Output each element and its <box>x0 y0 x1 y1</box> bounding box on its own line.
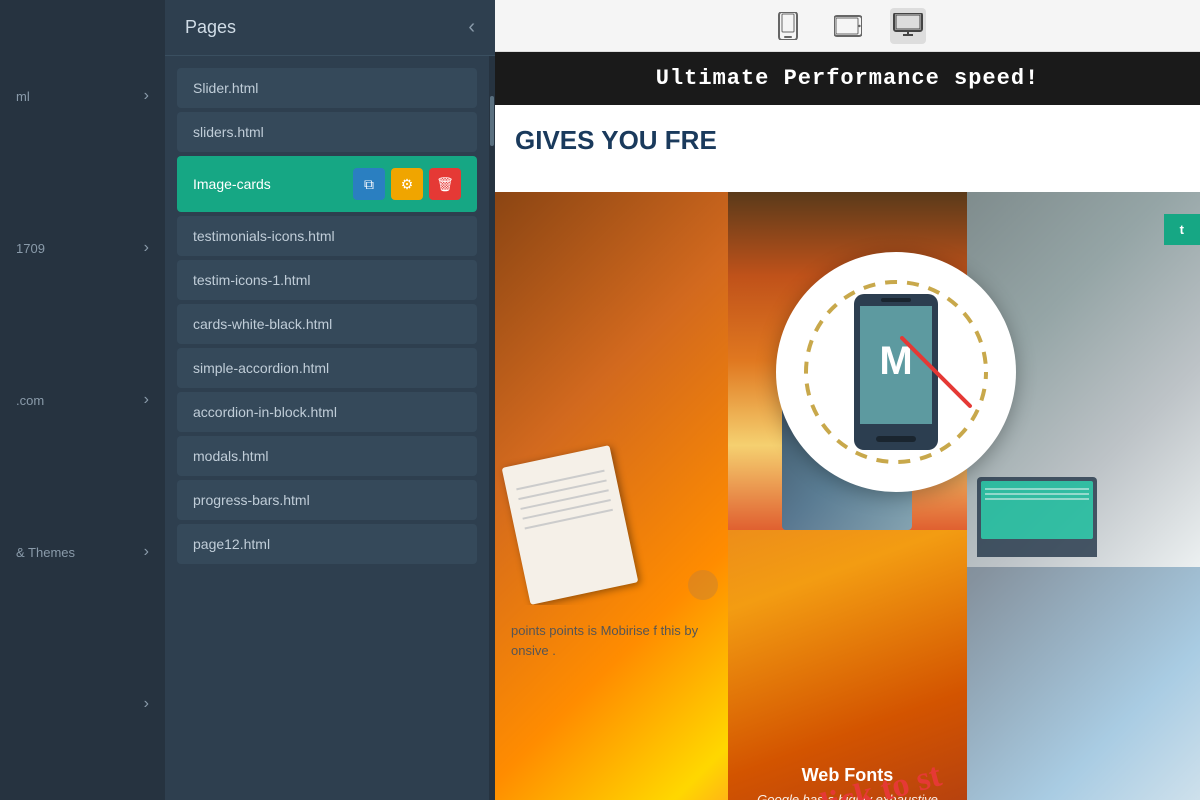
page-item-label-cards-wb: cards-white-black.html <box>193 316 332 332</box>
mobile-device-button[interactable] <box>770 8 806 44</box>
chevron-icon-2: › <box>144 239 149 257</box>
page-item-label-page12: page12.html <box>193 536 270 552</box>
page-item-label-simple-accordion: simple-accordion.html <box>193 360 329 376</box>
page-item-label-progress: progress-bars.html <box>193 492 310 508</box>
delete-button[interactable]: 🗑 <box>429 168 461 200</box>
click-to-start-overlay: click to st <box>797 737 967 800</box>
page-item-label-image-cards: Image-cards <box>193 176 271 192</box>
banner-text: Ultimate Performance speed! <box>656 66 1039 91</box>
cards-grid: M <box>495 192 1200 800</box>
cup-visual <box>688 570 718 600</box>
page-item-testimonials[interactable]: testimonials-icons.html <box>177 216 477 256</box>
page-item-label-testimonials: testimonials-icons.html <box>193 228 335 244</box>
pages-panel: Pages ‹ Slider.html sliders.html Image-c… <box>165 0 495 800</box>
preview-content: Ultimate Performance speed! GIVES YOU FR… <box>495 52 1200 800</box>
sidebar-item-5[interactable]: › <box>0 677 165 731</box>
card-left-body: points points is Mobirise f this by onsi… <box>495 605 728 679</box>
page-item-accordion-block[interactable]: accordion-in-block.html <box>177 392 477 432</box>
preview-toolbar <box>495 0 1200 52</box>
pages-scrollbar-thumb <box>490 96 494 146</box>
page-item-actions: ⧉ ⚙ 🗑 <box>353 168 461 200</box>
page-item-image-cards[interactable]: Image-cards ⧉ ⚙ 🗑 <box>177 156 477 212</box>
svg-text:click to st: click to st <box>803 756 946 800</box>
card-right: t <box>967 192 1200 800</box>
settings-button[interactable]: ⚙ <box>391 168 423 200</box>
sidebar-item-1[interactable]: ml › <box>0 69 165 123</box>
page-item-page12[interactable]: page12.html <box>177 524 477 564</box>
tablet-icon <box>834 15 862 37</box>
sidebar-label-3: .com <box>16 393 144 408</box>
main-preview: Ultimate Performance speed! GIVES YOU FR… <box>495 0 1200 800</box>
page-item-label-testim: testim-icons-1.html <box>193 272 310 288</box>
laptop-right-visual <box>977 477 1097 557</box>
gives-text: GIVES YOU FRE <box>515 125 1180 156</box>
phone-overlay: M <box>776 252 1016 492</box>
page-item-slider[interactable]: Slider.html <box>177 68 477 108</box>
content-section: GIVES YOU FRE <box>495 105 1200 192</box>
page-item-label-modals: modals.html <box>193 448 268 464</box>
card-left: points points is Mobirise f this by onsi… <box>495 192 728 800</box>
phone-svg: M <box>846 292 946 452</box>
mobile-icon <box>777 12 799 40</box>
phone-icon-container: M <box>806 282 986 462</box>
page-item-sliders[interactable]: sliders.html <box>177 112 477 152</box>
pages-header: Pages ‹ <box>165 0 495 56</box>
pages-close-button[interactable]: ‹ <box>468 16 475 39</box>
preview-frame[interactable]: Ultimate Performance speed! GIVES YOU FR… <box>495 52 1200 800</box>
sidebar-item-3[interactable]: .com › <box>0 373 165 427</box>
banner: Ultimate Performance speed! <box>495 52 1200 105</box>
chevron-icon-5: › <box>144 695 149 713</box>
pages-list: Slider.html sliders.html Image-cards ⧉ ⚙… <box>165 56 489 800</box>
desktop-icon <box>893 13 923 39</box>
sidebar: ml › 1709 › .com › & Themes › › <box>0 0 165 800</box>
click-svg: click to st <box>797 737 967 800</box>
sidebar-label-1: ml <box>16 89 144 104</box>
pages-title: Pages <box>185 17 236 38</box>
notebook-visual <box>502 445 639 605</box>
page-item-testim[interactable]: testim-icons-1.html <box>177 260 477 300</box>
page-item-label-accordion-block: accordion-in-block.html <box>193 404 337 420</box>
sidebar-label-themes: & Themes <box>16 545 144 560</box>
unlimited-button[interactable]: t <box>1164 214 1200 245</box>
desktop-device-button[interactable] <box>890 8 926 44</box>
tablet-device-button[interactable] <box>830 8 866 44</box>
page-item-simple-accordion[interactable]: simple-accordion.html <box>177 348 477 388</box>
page-item-modals[interactable]: modals.html <box>177 436 477 476</box>
page-item-progress[interactable]: progress-bars.html <box>177 480 477 520</box>
sidebar-item-themes[interactable]: & Themes › <box>0 525 165 579</box>
chevron-icon-themes: › <box>144 543 149 561</box>
page-item-label-sliders: sliders.html <box>193 124 264 140</box>
chevron-icon-1: › <box>144 87 149 105</box>
sidebar-item-2[interactable]: 1709 › <box>0 221 165 275</box>
page-item-label-slider: Slider.html <box>193 80 258 96</box>
chevron-icon-3: › <box>144 391 149 409</box>
sidebar-label-2: 1709 <box>16 241 144 256</box>
page-item-cards-wb[interactable]: cards-white-black.html <box>177 304 477 344</box>
copy-button[interactable]: ⧉ <box>353 168 385 200</box>
